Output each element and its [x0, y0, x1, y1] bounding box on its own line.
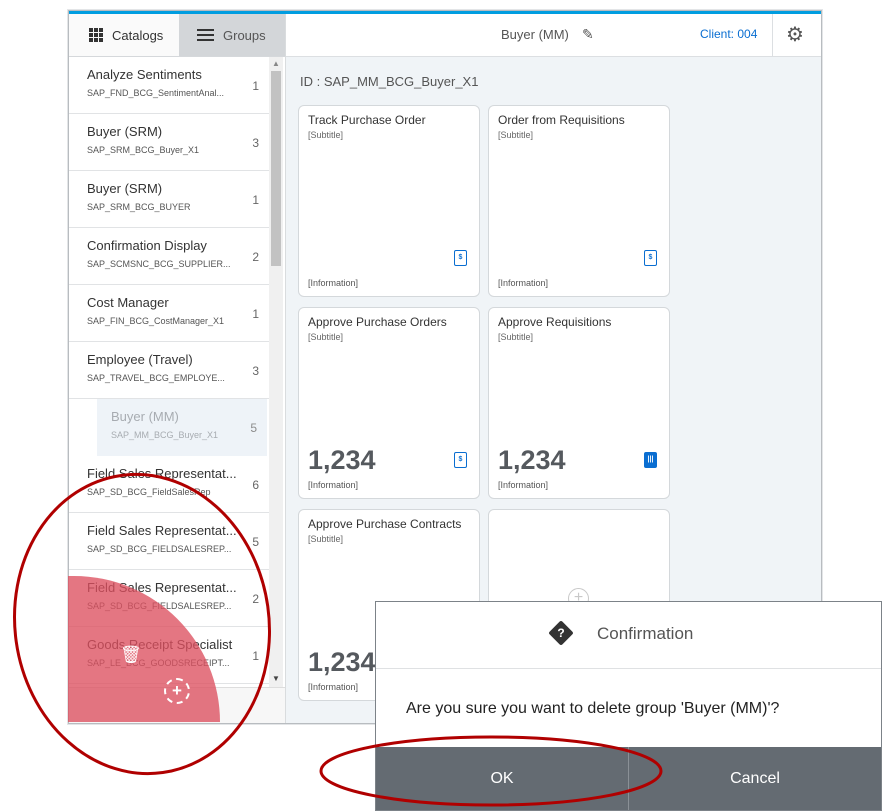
list-item[interactable]: Buyer (SRM) SAP_SRM_BCG_BUYER 1 — [69, 171, 269, 228]
tile-info: [Information] — [498, 480, 549, 490]
tile-info: [Information] — [308, 682, 359, 692]
dialog-header: ? Confirmation — [376, 602, 881, 669]
tile-number: 1,234 — [308, 445, 376, 475]
tile-info: [Information] — [308, 480, 359, 490]
tile-number: 1,234 — [308, 647, 376, 677]
group-count: 5 — [250, 421, 257, 435]
group-title: Analyze Sentiments — [87, 67, 202, 82]
tile-info: [Information] — [498, 278, 549, 288]
scroll-down-icon[interactable]: ▼ — [272, 674, 280, 683]
group-id: SAP_FIN_BCG_CostManager_X1 — [87, 316, 225, 326]
tile-approve-purchase-orders[interactable]: Approve Purchase Orders [Subtitle] 1,234… — [298, 307, 480, 499]
group-id: SAP_FND_BCG_SentimentAnal... — [87, 88, 225, 98]
list-item[interactable]: Field Sales Representat... SAP_SD_BCG_Fi… — [69, 456, 269, 513]
group-id: SAP_TRAVEL_BCG_EMPLOYE... — [87, 373, 225, 383]
document-dollar-icon: $ — [454, 452, 467, 468]
list-item[interactable]: Buyer (SRM) SAP_SRM_BCG_Buyer_X1 3 — [69, 114, 269, 171]
scrollbar-thumb[interactable] — [271, 71, 281, 266]
tile-number: 1,234 — [498, 445, 566, 475]
tab-catalogs-label: Catalogs — [112, 27, 164, 43]
tab-groups-label: Groups — [223, 27, 266, 43]
list-item[interactable]: Employee (Travel) SAP_TRAVEL_BCG_EMPLOYE… — [69, 342, 269, 399]
panel-tabs: Catalogs Groups — [69, 14, 285, 57]
group-count: 3 — [252, 364, 259, 378]
tile-title: Approve Purchase Orders — [308, 315, 447, 329]
group-title: Buyer (SRM) — [87, 181, 163, 196]
group-count: 2 — [252, 250, 259, 264]
barcode-icon: ||| — [644, 452, 657, 468]
tile-title: Approve Requisitions — [498, 315, 612, 329]
grid-icon — [89, 27, 104, 43]
gear-icon[interactable]: ⚙ — [786, 22, 804, 47]
group-id: SAP_SD_BCG_FieldSalesRep — [87, 487, 211, 497]
ok-button[interactable]: OK — [376, 747, 629, 810]
documents-dollar-icon: $ — [644, 250, 657, 266]
tile-title: Approve Purchase Contracts — [308, 517, 462, 531]
group-id: SAP_SRM_BCG_BUYER — [87, 202, 191, 212]
question-icon: ? — [548, 620, 574, 646]
list-item[interactable]: Analyze Sentiments SAP_FND_BCG_Sentiment… — [69, 57, 269, 114]
group-title: Field Sales Representat... — [87, 523, 237, 538]
group-count: 5 — [252, 535, 259, 549]
trash-icon: 🗑 — [120, 645, 142, 664]
list-scrollbar[interactable]: ▲ ▼ — [269, 57, 283, 687]
group-count: 3 — [252, 136, 259, 150]
tab-catalogs[interactable]: Catalogs — [69, 14, 179, 56]
tile-subtitle: [Subtitle] — [498, 332, 534, 342]
tile-approve-requisitions[interactable]: Approve Requisitions [Subtitle] 1,234 ||… — [488, 307, 670, 499]
group-title: Cost Manager — [87, 295, 169, 310]
group-id: SAP_SD_BCG_FIELDSALESREP... — [87, 544, 232, 554]
group-title: Buyer (MM) — [111, 409, 179, 424]
group-id: SAP_SCMSNC_BCG_SUPPLIER... — [87, 259, 231, 269]
group-count: 1 — [252, 79, 259, 93]
list-icon — [197, 29, 214, 41]
confirmation-dialog: ? Confirmation Are you sure you want to … — [375, 601, 882, 811]
cancel-button[interactable]: Cancel — [629, 747, 881, 810]
dialog-title: Confirmation — [597, 624, 694, 643]
group-title: Confirmation Display — [87, 238, 207, 253]
tile-subtitle: [Subtitle] — [498, 130, 534, 140]
group-count: 1 — [252, 193, 259, 207]
group-count: 6 — [252, 478, 259, 492]
tile-info: [Information] — [308, 278, 359, 288]
tile-title: Order from Requisitions — [498, 113, 625, 127]
client-label: Client: 004 — [700, 27, 758, 41]
dragged-group-item[interactable]: Buyer (MM) SAP_MM_BCG_Buyer_X1 5 — [97, 399, 267, 456]
tab-groups[interactable]: Groups — [179, 14, 285, 56]
dialog-message: Are you sure you want to delete group 'B… — [406, 700, 780, 717]
page-title: Buyer (MM) — [501, 27, 569, 42]
group-title: Buyer (SRM) — [87, 124, 163, 139]
list-item[interactable]: Field Sales Representat... SAP_SD_BCG_FI… — [69, 513, 269, 570]
group-id-label: ID : SAP_MM_BCG_Buyer_X1 — [300, 74, 479, 89]
tile-order-from-requisitions[interactable]: Order from Requisitions [Subtitle] $ [In… — [488, 105, 670, 297]
group-count: 1 — [252, 307, 259, 321]
group-id: SAP_MM_BCG_Buyer_X1 — [111, 430, 219, 440]
tile-track-purchase-order[interactable]: Track Purchase Order [Subtitle] $ [Infor… — [298, 105, 480, 297]
list-item[interactable]: Cost Manager SAP_FIN_BCG_CostManager_X1 … — [69, 285, 269, 342]
group-id: SAP_SRM_BCG_Buyer_X1 — [87, 145, 200, 155]
group-count: 1 — [252, 649, 259, 663]
document-dollar-icon: $ — [454, 250, 467, 266]
dialog-buttons: OK Cancel — [376, 747, 881, 810]
tile-title: Track Purchase Order — [308, 113, 426, 127]
shell-header: Buyer (MM) ✎ Client: 004 ⚙ — [286, 14, 821, 57]
group-title: Employee (Travel) — [87, 352, 193, 367]
tile-subtitle: [Subtitle] — [308, 130, 344, 140]
header-divider — [772, 14, 773, 56]
group-count: 2 — [252, 592, 259, 606]
drop-target-plus-icon: + — [164, 678, 190, 704]
list-item[interactable]: Confirmation Display SAP_SCMSNC_BCG_SUPP… — [69, 228, 269, 285]
pencil-icon[interactable]: ✎ — [582, 26, 594, 43]
tile-subtitle: [Subtitle] — [308, 534, 344, 544]
scroll-up-icon[interactable]: ▲ — [272, 59, 280, 68]
group-title: Field Sales Representat... — [87, 466, 237, 481]
tile-subtitle: [Subtitle] — [308, 332, 344, 342]
